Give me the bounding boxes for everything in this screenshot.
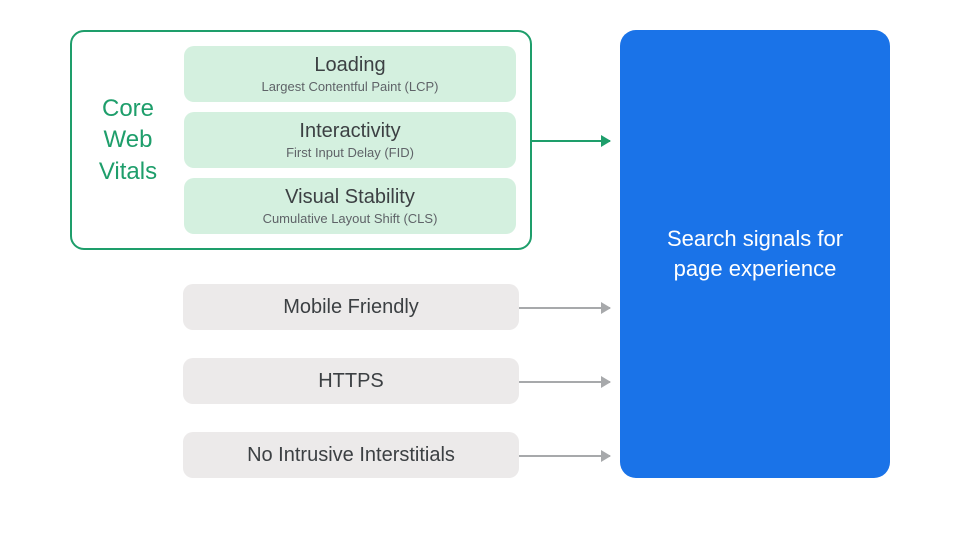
arrow-icon [519, 307, 610, 309]
signal-mobile-friendly: Mobile Friendly [183, 284, 519, 330]
output-text: Search signals for page experience [648, 224, 862, 283]
vital-subtitle: Cumulative Layout Shift (CLS) [196, 211, 504, 226]
arrow-icon [532, 140, 610, 142]
core-web-vitals-box: CoreWebVitals Loading Largest Contentful… [70, 30, 532, 250]
vital-subtitle: First Input Delay (FID) [196, 145, 504, 160]
core-web-vitals-label: CoreWebVitals [72, 93, 184, 187]
vital-visual-stability: Visual Stability Cumulative Layout Shift… [184, 178, 516, 234]
arrow-icon [519, 455, 610, 457]
vital-title: Interactivity [196, 120, 504, 143]
vital-loading: Loading Largest Contentful Paint (LCP) [184, 46, 516, 102]
output-panel: Search signals for page experience [620, 30, 890, 478]
signal-no-intrusive-interstitials: No Intrusive Interstitials [183, 432, 519, 478]
vital-interactivity: Interactivity First Input Delay (FID) [184, 112, 516, 168]
signal-https: HTTPS [183, 358, 519, 404]
core-web-vitals-list: Loading Largest Contentful Paint (LCP) I… [184, 32, 530, 248]
vital-title: Visual Stability [196, 186, 504, 209]
arrow-icon [519, 381, 610, 383]
vital-title: Loading [196, 54, 504, 77]
vital-subtitle: Largest Contentful Paint (LCP) [196, 79, 504, 94]
diagram-canvas: CoreWebVitals Loading Largest Contentful… [0, 0, 960, 540]
